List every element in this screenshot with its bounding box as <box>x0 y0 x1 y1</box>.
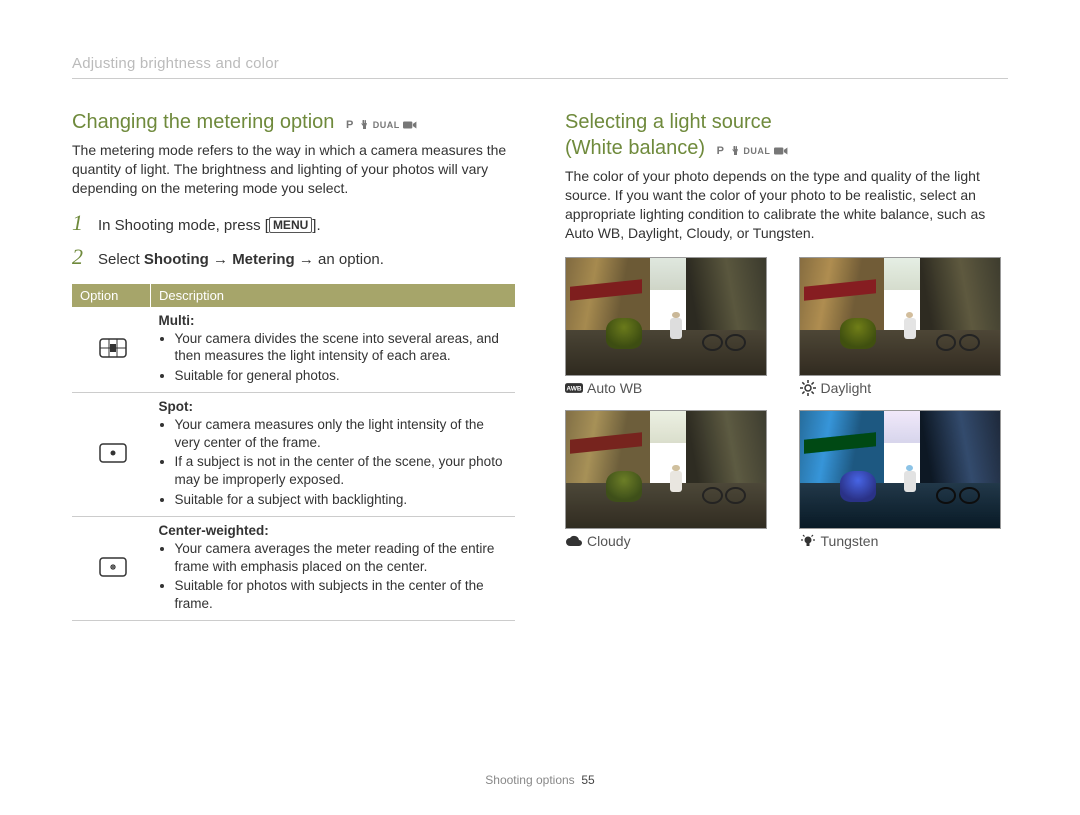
breadcrumb: Adjusting brightness and color <box>72 55 1008 79</box>
step-number: 2 <box>72 244 88 270</box>
section-title-metering: Changing the metering option P DUAL <box>72 109 515 135</box>
wb-item-daylight: Daylight <box>799 257 1009 396</box>
th-description: Description <box>151 284 516 307</box>
wb-label-text: Auto WB <box>587 380 642 396</box>
wb-label: Tungsten <box>799 533 1009 549</box>
wb-label: Cloudy <box>565 533 775 549</box>
step2-metering: Metering <box>232 251 295 268</box>
metering-spot-icon <box>72 393 151 517</box>
two-column-layout: Changing the metering option P DUAL The … <box>72 109 1008 621</box>
wb-item-tungsten: Tungsten <box>799 410 1009 549</box>
step1-post: ]. <box>312 217 320 234</box>
mode-badges: P DUAL <box>346 119 417 131</box>
right-column: Selecting a light source (White balance)… <box>565 109 1008 621</box>
title-line1: Selecting a light source <box>565 111 772 133</box>
wb-intro: The color of your photo depends on the t… <box>565 167 1008 243</box>
wb-examples-grid: AWB Auto WB Daylight <box>565 257 1008 549</box>
metering-multi-icon <box>72 307 151 393</box>
hand-icon <box>357 119 369 131</box>
step-1: 1 In Shooting mode, press [MENU]. <box>72 210 515 236</box>
title-text: Changing the metering option <box>72 111 334 133</box>
bullet: Your camera averages the meter reading o… <box>175 540 512 575</box>
step-text: Select Shooting → Metering → an option. <box>98 249 384 270</box>
bullet: Your camera measures only the light inte… <box>175 416 512 451</box>
mode-p-label: P <box>346 119 354 131</box>
step-list: 1 In Shooting mode, press [MENU]. 2 Sele… <box>72 210 515 270</box>
th-option: Option <box>72 284 151 307</box>
awb-icon: AWB <box>565 381 583 395</box>
step-2: 2 Select Shooting → Metering → an option… <box>72 244 515 270</box>
bulb-icon <box>799 534 817 548</box>
table-row: Spot: Your camera measures only the ligh… <box>72 393 515 517</box>
option-name: Center-weighted <box>159 523 265 538</box>
wb-thumb <box>799 410 1001 529</box>
cloud-icon <box>565 534 583 548</box>
dual-label: DUAL <box>743 146 770 156</box>
title-line2: (White balance) <box>565 137 705 159</box>
menu-key: MENU <box>269 217 312 233</box>
step2-post: → an option. <box>295 251 384 268</box>
step2-pre: Select <box>98 251 144 268</box>
wb-item-cloudy: Cloudy <box>565 410 775 549</box>
desc-center: Center-weighted: Your camera averages th… <box>151 517 516 621</box>
svg-text:AWB: AWB <box>566 385 582 392</box>
metering-options-table: Option Description Multi: Your camera di… <box>72 284 515 622</box>
footer-section: Shooting options <box>485 773 574 787</box>
bullet: If a subject is not in the center of the… <box>175 453 512 488</box>
step-text: In Shooting mode, press [MENU]. <box>98 215 321 236</box>
mode-p-label: P <box>717 145 725 157</box>
left-column: Changing the metering option P DUAL The … <box>72 109 515 621</box>
mode-badges: P DUAL <box>717 145 788 157</box>
step2-shooting: Shooting <box>144 251 209 268</box>
table-row: Multi: Your camera divides the scene int… <box>72 307 515 393</box>
desc-multi: Multi: Your camera divides the scene int… <box>151 307 516 393</box>
bullet: Suitable for photos with subjects in the… <box>175 577 512 612</box>
step2-arrow1: → <box>209 251 232 268</box>
wb-item-autowb: AWB Auto WB <box>565 257 775 396</box>
wb-thumb <box>799 257 1001 376</box>
wb-label: Daylight <box>799 380 1009 396</box>
step-number: 1 <box>72 210 88 236</box>
option-name: Multi <box>159 313 191 328</box>
page-number: 55 <box>581 773 594 787</box>
desc-spot: Spot: Your camera measures only the ligh… <box>151 393 516 517</box>
option-name: Spot <box>159 399 189 414</box>
wb-label-text: Tungsten <box>821 533 879 549</box>
metering-center-icon <box>72 517 151 621</box>
video-icon <box>403 120 417 130</box>
video-icon <box>774 146 788 156</box>
metering-intro: The metering mode refers to the way in w… <box>72 141 515 198</box>
manual-page: Adjusting brightness and color Changing … <box>0 0 1080 815</box>
wb-label-text: Cloudy <box>587 533 631 549</box>
wb-thumb <box>565 257 767 376</box>
section-title-wb: Selecting a light source (White balance)… <box>565 109 1008 161</box>
hand-icon <box>728 145 740 157</box>
wb-label: AWB Auto WB <box>565 380 775 396</box>
step1-pre: In Shooting mode, press [ <box>98 217 269 234</box>
dual-label: DUAL <box>373 120 400 130</box>
sun-icon <box>799 381 817 395</box>
bullet: Suitable for a subject with backlighting… <box>175 491 512 509</box>
bullet: Your camera divides the scene into sever… <box>175 330 512 365</box>
wb-thumb <box>565 410 767 529</box>
wb-label-text: Daylight <box>821 380 872 396</box>
bullet: Suitable for general photos. <box>175 367 512 385</box>
table-row: Center-weighted: Your camera averages th… <box>72 517 515 621</box>
page-footer: Shooting options 55 <box>0 773 1080 787</box>
